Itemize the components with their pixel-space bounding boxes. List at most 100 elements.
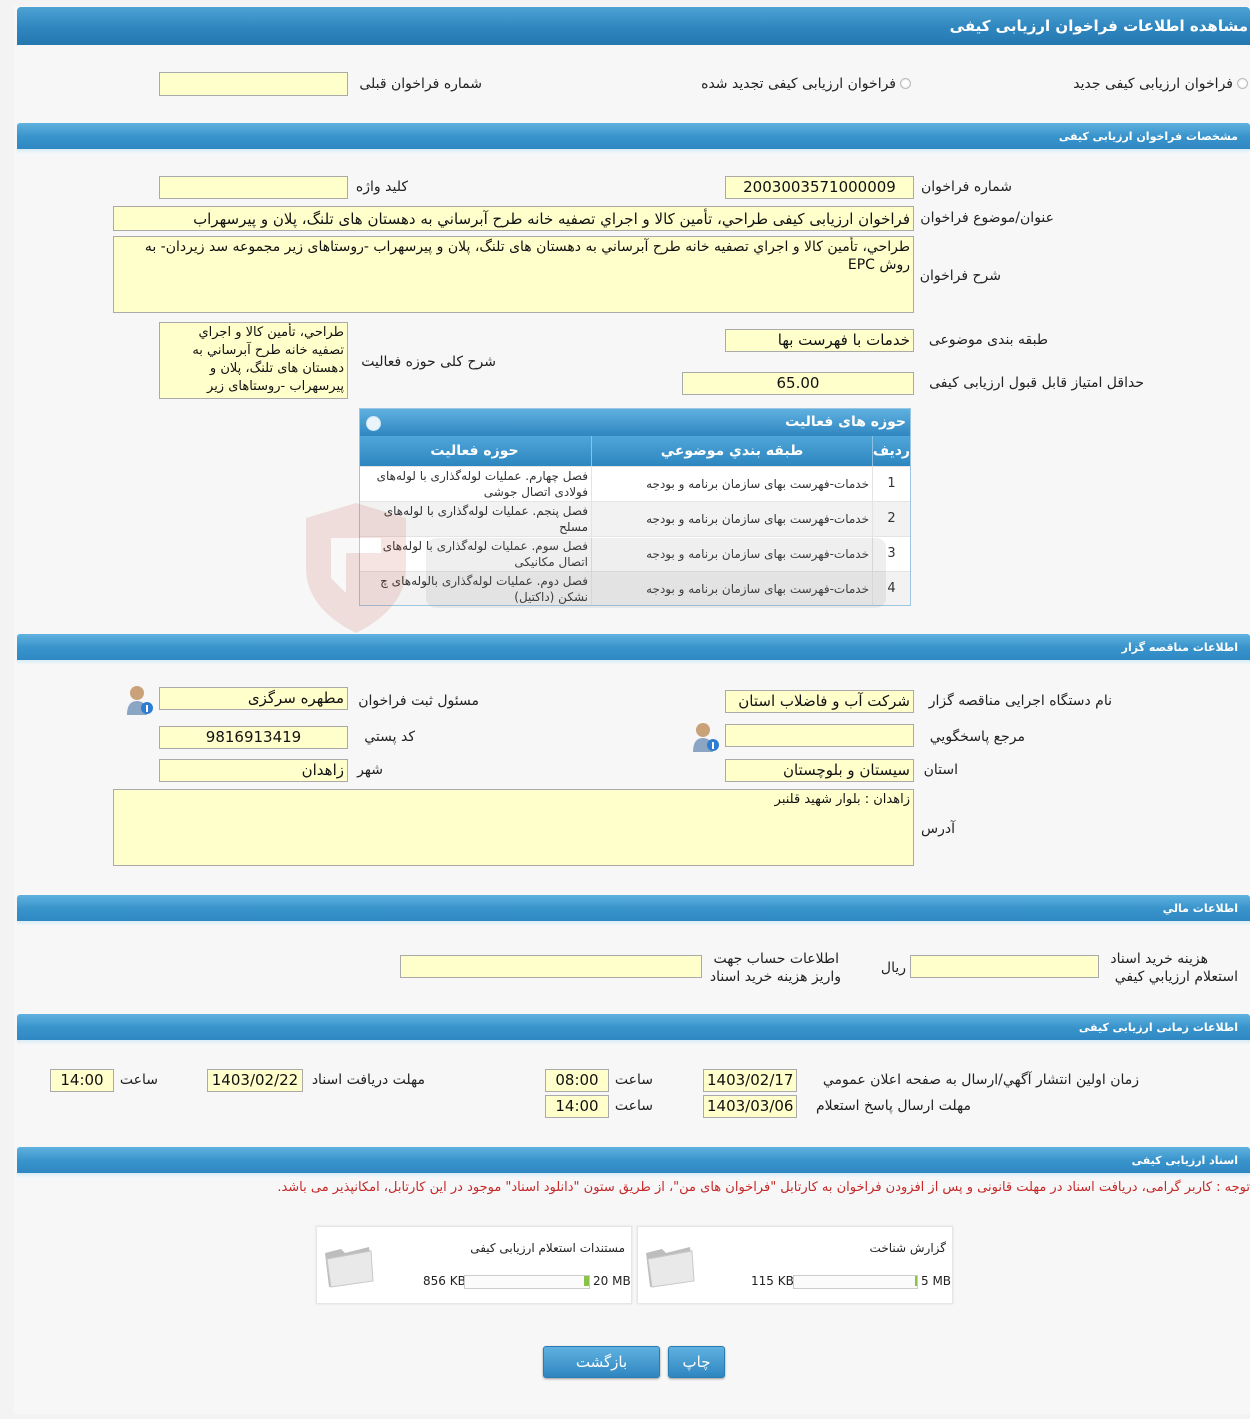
radio-renewed-evaluation[interactable] xyxy=(900,78,911,89)
activity-grid: حوزه های فعاليت رديف طبقه بندي موضوعي حو… xyxy=(359,408,911,606)
row-category: خدمات-فهرست بهای سازمان برنامه و بودجه xyxy=(591,467,872,501)
agency-field[interactable]: شرکت آب و فاضلاب استان xyxy=(725,690,914,713)
subject-label: عنوان/موضوع فراخوان xyxy=(920,210,1054,226)
folder-icon xyxy=(325,1247,374,1288)
doc-deadline-label: مهلت دريافت اسناد xyxy=(311,1072,425,1088)
scope-field[interactable]: طراحي، تأمين کالا و اجراي تصفيه خانه طرح… xyxy=(159,322,348,399)
row-activity: فصل سوم. عمليات لوله‌گذاری با لوله‌های ا… xyxy=(382,539,588,569)
registrar-label: مسئول ثبت فراخوان xyxy=(358,693,479,709)
previous-number-field[interactable] xyxy=(159,72,348,96)
document-name: مستندات استعلام ارزيابی کيفی xyxy=(470,1241,625,1255)
user-info-icon[interactable] xyxy=(124,684,154,716)
radio-renewed-label: فراخوان ارزيابی کيفی تجديد شده xyxy=(701,76,896,92)
document-card-evaluation[interactable]: مستندات استعلام ارزيابی کيفی 856 KB 20 M… xyxy=(316,1226,632,1304)
min-score-label: حداقل امتياز قابل قبول ارزيابی کيفی xyxy=(929,375,1144,391)
row-activity: فصل پنجم. عمليات لوله‌گذاری با لوله‌های … xyxy=(383,504,588,534)
doc-deadline-date-field[interactable]: 1403/02/22 xyxy=(207,1069,303,1092)
column-activity: حوزه فعاليت xyxy=(430,443,519,459)
row-category: خدمات-فهرست بهای سازمان برنامه و بودجه xyxy=(591,572,872,605)
subject-field[interactable]: فراخوان ارزيابی کيفی طراحي، تأمين کالا و… xyxy=(113,206,914,231)
section-header-financial: اطلاعات مالي xyxy=(17,895,1250,926)
fee-label-line1: هزينه خريد اسناد xyxy=(1110,951,1208,967)
account-label-line2: واريز هزينه خريد اسناد xyxy=(709,969,841,985)
address-field[interactable]: زاهدان : بلوار شهيد قلنبر xyxy=(113,789,914,866)
collapse-icon[interactable] xyxy=(366,416,381,431)
row-number: 4 xyxy=(872,572,910,605)
city-field[interactable]: زاهدان xyxy=(159,759,348,782)
response-date-field[interactable]: 1403/03/06 xyxy=(703,1095,797,1118)
description-label: شرح فراخوان xyxy=(919,268,1001,284)
doc-deadline-hour-label: ساعت xyxy=(119,1072,158,1088)
page-title: مشاهده اطلاعات فراخوان ارزيابی کيفی xyxy=(17,7,1250,45)
folder-icon xyxy=(646,1247,695,1288)
row-category: خدمات-فهرست بهای سازمان برنامه و بودجه xyxy=(591,502,872,536)
response-deadline-label: مهلت ارسال پاسخ استعلام xyxy=(815,1098,971,1114)
description-field[interactable]: طراحي، تأمين کالا و اجراي تصفيه خانه طرح… xyxy=(113,236,914,313)
publish-hour-field[interactable]: 08:00 xyxy=(545,1069,609,1092)
document-name: گزارش شناخت xyxy=(869,1241,946,1255)
document-max-size: 20 MB xyxy=(593,1274,631,1288)
table-row: 1 خدمات-فهرست بهای سازمان برنامه و بودجه… xyxy=(360,466,910,501)
response-hour-field[interactable]: 14:00 xyxy=(545,1095,609,1118)
table-row: 4 خدمات-فهرست بهای سازمان برنامه و بودجه… xyxy=(360,571,910,605)
publish-time-label: زمان اولين انتشار آگهي/ارسال به صفحه اعل… xyxy=(822,1072,1139,1088)
document-card-report[interactable]: گزارش شناخت 115 KB 5 MB xyxy=(637,1226,953,1304)
contact-field[interactable] xyxy=(725,724,914,747)
row-category: خدمات-فهرست بهای سازمان برنامه و بودجه xyxy=(591,537,872,571)
activity-grid-columns: رديف طبقه بندي موضوعي حوزه فعاليت xyxy=(360,436,910,466)
response-hour-label: ساعت xyxy=(614,1098,653,1114)
category-field[interactable]: خدمات با فهرست بها xyxy=(725,329,914,352)
call-number-label: شماره فراخوان xyxy=(921,179,1012,195)
previous-number-label: شماره فراخوان قبلی xyxy=(359,76,482,92)
keyword-field[interactable] xyxy=(159,176,348,199)
download-notice: توجه : کاربر گرامی، دريافت اسناد در مهلت… xyxy=(277,1180,1250,1195)
back-button[interactable]: بازگشت xyxy=(543,1346,660,1378)
fee-label-line2: استعلام ارزيابي کيفي xyxy=(1114,969,1238,985)
column-row: رديف xyxy=(872,436,910,466)
scope-label: شرح کلی حوزه فعاليت xyxy=(361,354,496,370)
publish-hour-label: ساعت xyxy=(614,1072,653,1088)
activity-grid-title: حوزه های فعاليت xyxy=(360,409,910,436)
min-score-field[interactable]: 65.00 xyxy=(682,372,914,395)
call-number-field[interactable]: 2003003571000009 xyxy=(725,176,914,199)
document-size-bar xyxy=(793,1275,918,1289)
postal-label: کد پستي xyxy=(364,729,415,745)
section-header-specs: مشخصات فراخوان ارزيابی کيفی xyxy=(17,123,1250,154)
address-label: آدرس xyxy=(921,821,955,837)
row-number: 1 xyxy=(872,467,910,501)
row-number: 2 xyxy=(872,502,910,536)
city-label: شهر xyxy=(357,762,383,778)
category-label: طبقه بندی موضوعی xyxy=(928,332,1048,348)
document-size-bar xyxy=(464,1275,590,1289)
document-max-size: 5 MB xyxy=(921,1274,952,1288)
postal-field[interactable]: 9816913419 xyxy=(159,726,348,749)
print-button[interactable]: چاپ xyxy=(668,1346,725,1378)
radio-new-label: فراخوان ارزيابی کيفی جديد xyxy=(1073,76,1233,92)
publish-date-field[interactable]: 1403/02/17 xyxy=(703,1069,797,1092)
document-size-fill xyxy=(914,1276,917,1286)
section-header-organizer: اطلاعات مناقصه گزار xyxy=(17,634,1250,665)
section-header-timing: اطلاعات زمانی ارزيابی کيفی xyxy=(17,1014,1250,1045)
registrar-field[interactable]: مطهره سرگزی xyxy=(159,687,348,710)
document-size: 115 KB xyxy=(751,1274,794,1288)
section-header-documents: اسناد ارزيابی کيفی xyxy=(17,1147,1250,1178)
doc-deadline-hour-field[interactable]: 14:00 xyxy=(50,1069,114,1092)
currency-label: ريال xyxy=(880,960,906,976)
row-activity: فصل چهارم. عمليات لوله‌گذاری با لوله‌های… xyxy=(376,469,588,499)
radio-new-evaluation[interactable] xyxy=(1237,78,1248,89)
fee-field[interactable] xyxy=(910,955,1099,978)
province-label: استان xyxy=(923,762,958,778)
table-row: 2 خدمات-فهرست بهای سازمان برنامه و بودجه… xyxy=(360,501,910,536)
province-field[interactable]: سيستان و بلوچستان xyxy=(725,759,914,782)
agency-label: نام دستگاه اجرايی مناقصه گزار xyxy=(928,693,1112,709)
row-activity: فصل دوم. عمليات لوله‌گذاری بالوله‌های چ … xyxy=(380,574,588,604)
column-category: طبقه بندي موضوعي xyxy=(591,436,872,466)
row-number: 3 xyxy=(872,537,910,571)
document-size-fill xyxy=(584,1276,589,1286)
table-row: 3 خدمات-فهرست بهای سازمان برنامه و بودجه… xyxy=(360,536,910,571)
contact-info-icon[interactable] xyxy=(690,721,720,753)
keyword-label: کليد واژه xyxy=(355,179,408,195)
contact-label: مرجع پاسخگويي xyxy=(929,729,1025,745)
account-field[interactable] xyxy=(400,955,702,978)
document-size: 856 KB xyxy=(423,1274,466,1288)
